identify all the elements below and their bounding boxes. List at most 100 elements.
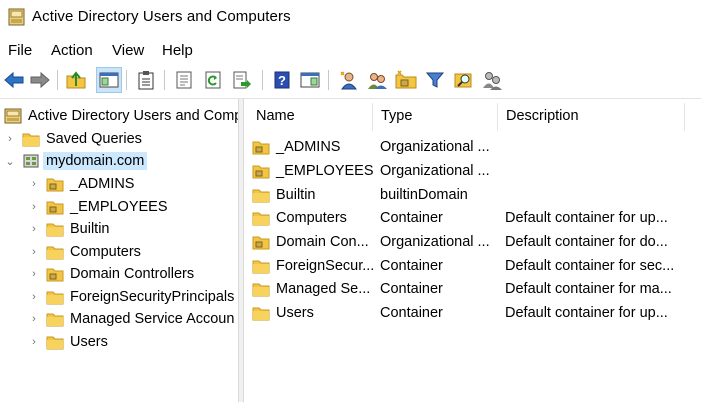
list-row[interactable]: ForeignSecur... Container Default contai… — [244, 254, 701, 277]
tree-item-label: Computers — [70, 244, 141, 260]
list-row[interactable]: Users Container Default container for up… — [244, 301, 701, 324]
list-row[interactable]: _EMPLOYEES Organizational ... — [244, 159, 701, 182]
filter-icon — [425, 72, 445, 88]
column-header-name[interactable]: Name — [248, 99, 372, 133]
ou-icon — [46, 268, 64, 282]
row-name: Users — [276, 304, 314, 321]
domain-icon — [23, 154, 39, 168]
row-name: Builtin — [276, 186, 316, 203]
chevron-right-icon[interactable]: › — [28, 241, 40, 263]
folder-icon — [22, 133, 40, 147]
tree-item-users[interactable]: › Users — [28, 331, 108, 353]
filter-button[interactable] — [423, 68, 447, 92]
tree-item-employees[interactable]: › _EMPLOYEES — [28, 196, 168, 218]
column-header-description[interactable]: Description — [498, 99, 684, 133]
tree-item-builtin[interactable]: › Builtin — [28, 218, 109, 240]
list-row[interactable]: Computers Container Default container fo… — [244, 206, 701, 229]
tree-item-mydomain[interactable]: ⌄ mydomain.com — [4, 150, 148, 172]
export-list-icon — [233, 71, 251, 89]
ou-icon — [252, 236, 270, 249]
list-row[interactable]: Domain Con... Organizational ... Default… — [244, 230, 701, 253]
tree-item-label: _ADMINS — [70, 176, 135, 192]
chevron-right-icon[interactable]: › — [28, 308, 40, 330]
tree-item-admins[interactable]: › _ADMINS — [28, 173, 134, 195]
ou-icon — [252, 141, 270, 154]
new-ou-button[interactable] — [394, 68, 418, 92]
add-to-group-icon — [483, 72, 502, 90]
new-user-button[interactable] — [337, 68, 361, 92]
back-button[interactable] — [2, 68, 26, 92]
row-description: Default container for up... — [505, 304, 668, 321]
menu-help[interactable]: Help — [160, 42, 195, 59]
list-row[interactable]: Managed Se... Container Default containe… — [244, 277, 701, 300]
row-name: _EMPLOYEES — [276, 162, 374, 179]
console-view-button[interactable] — [298, 68, 322, 92]
menu-view[interactable]: View — [110, 42, 146, 59]
row-name: ForeignSecur... — [276, 257, 374, 274]
back-arrow-icon — [4, 71, 24, 89]
row-type: Organizational ... — [380, 138, 490, 155]
list-row[interactable]: _ADMINS Organizational ... — [244, 135, 701, 158]
ad-console-icon — [8, 8, 25, 26]
folder-icon — [46, 313, 64, 327]
menu-file[interactable]: File — [6, 42, 34, 59]
export-list-button[interactable] — [230, 68, 254, 92]
tree-item-label: _EMPLOYEES — [70, 199, 168, 215]
tree-item-saved-queries[interactable]: › Saved Queries — [4, 128, 142, 150]
tree-item-foreign-security-principals[interactable]: › ForeignSecurityPrincipals — [28, 286, 234, 308]
help-button[interactable]: ? — [270, 68, 294, 92]
row-description — [505, 135, 695, 158]
row-type: Organizational ... — [380, 233, 490, 250]
row-type: Container — [380, 280, 443, 297]
row-description — [505, 159, 695, 182]
folder-icon — [46, 336, 64, 350]
chevron-right-icon[interactable]: › — [28, 331, 40, 353]
chevron-down-icon[interactable]: ⌄ — [4, 150, 16, 172]
tree-item-computers[interactable]: › Computers — [28, 241, 141, 263]
chevron-right-icon[interactable]: › — [4, 128, 16, 150]
chevron-right-icon[interactable]: › — [28, 286, 40, 308]
up-folder-icon — [66, 71, 86, 89]
chevron-right-icon[interactable]: › — [28, 196, 40, 218]
column-header-type[interactable]: Type — [373, 99, 497, 133]
properties-icon — [176, 71, 192, 89]
window-title: Active Directory Users and Computers — [32, 8, 291, 25]
row-name: Managed Se... — [276, 280, 371, 297]
folder-icon — [252, 212, 270, 225]
tree-root[interactable]: Active Directory Users and Comp — [0, 105, 238, 127]
show-hide-console-tree-button[interactable] — [96, 67, 122, 93]
chevron-right-icon[interactable]: › — [28, 218, 40, 240]
row-description: Default container for sec... — [505, 257, 675, 274]
clipboard-button[interactable] — [134, 68, 158, 92]
tree-item-label: Domain Controllers — [70, 266, 195, 282]
find-button[interactable] — [452, 68, 476, 92]
tree-item-managed-service-accounts[interactable]: › Managed Service Accoun — [28, 308, 234, 330]
console-tree: Active Directory Users and Comp › Saved … — [0, 99, 238, 402]
row-name: Computers — [276, 209, 347, 226]
chevron-right-icon[interactable]: › — [28, 173, 40, 195]
folder-icon — [252, 260, 270, 273]
forward-button[interactable] — [28, 68, 52, 92]
menu-action[interactable]: Action — [49, 42, 95, 59]
tree-root-label: Active Directory Users and Comp — [28, 108, 238, 124]
row-type: builtinDomain — [380, 186, 468, 203]
forward-arrow-icon — [30, 71, 50, 89]
row-name: Domain Con... — [276, 233, 369, 250]
tree-item-domain-controllers[interactable]: › Domain Controllers — [28, 263, 194, 285]
up-one-level-button[interactable] — [64, 68, 88, 92]
chevron-right-icon[interactable]: › — [28, 263, 40, 285]
list-row[interactable]: Builtin builtinDomain — [244, 183, 701, 206]
properties-button[interactable] — [172, 68, 196, 92]
refresh-button[interactable] — [201, 68, 225, 92]
folder-icon — [252, 307, 270, 320]
new-group-button[interactable] — [365, 68, 389, 92]
add-to-group-button[interactable] — [481, 68, 505, 92]
tree-item-label: Users — [70, 334, 108, 350]
title-bar: Active Directory Users and Computers — [0, 0, 701, 36]
clipboard-icon — [138, 71, 154, 90]
row-description — [505, 183, 695, 206]
row-name: _ADMINS — [276, 138, 341, 155]
folder-icon — [46, 223, 64, 237]
tree-item-label: mydomain.com — [43, 152, 148, 170]
details-list: Name Type Description _ADMINS Organizati… — [244, 99, 701, 402]
